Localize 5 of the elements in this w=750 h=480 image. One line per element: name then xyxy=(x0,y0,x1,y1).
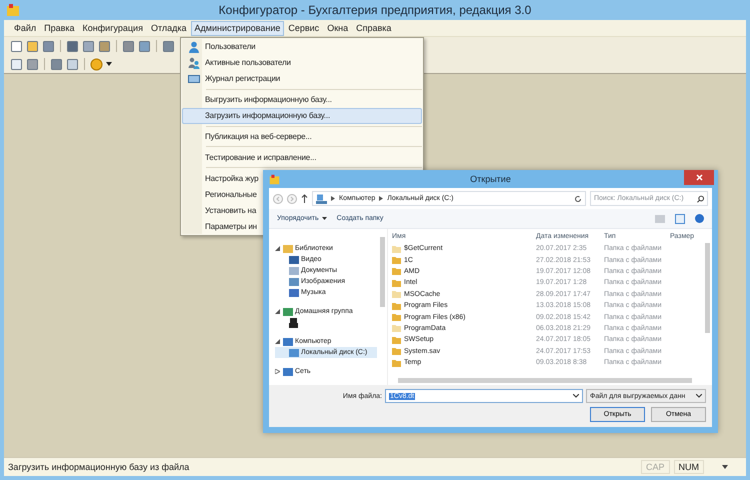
status-indicator: NUM xyxy=(674,460,704,474)
dialog-title: Открытие xyxy=(469,174,512,184)
status-text: Загрузить информационную базу из файла xyxy=(8,462,190,472)
status-indicator: CAP xyxy=(640,460,670,474)
window-title: Конфигуратор - Бухгалтерия предприятия, редакция 3.0 xyxy=(218,3,532,17)
